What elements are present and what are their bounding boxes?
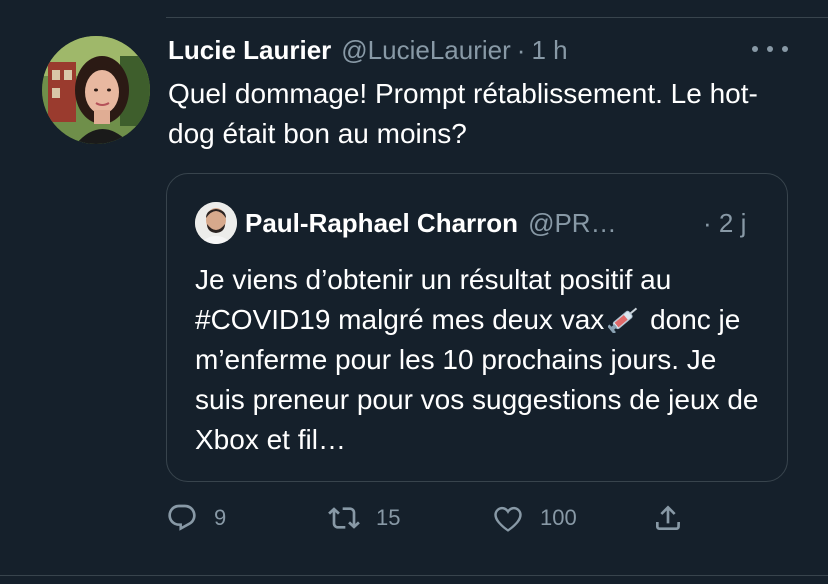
quoted-author-handle[interactable]: @PR… <box>528 208 617 239</box>
quoted-header: Paul-Raphael Charron @PR… <box>245 204 617 242</box>
bottom-divider <box>0 575 828 576</box>
tweet-actions: 9 15 100 <box>166 498 806 538</box>
syringe-emoji-icon <box>607 303 642 335</box>
reply-button[interactable]: 9 <box>166 498 226 538</box>
like-button[interactable]: 100 <box>492 498 577 538</box>
retweet-count: 15 <box>376 505 401 530</box>
quoted-avatar[interactable] <box>195 202 237 244</box>
quoted-text-part1: Je viens d’obtenir un résultat positif a… <box>195 264 672 335</box>
quoted-tweet[interactable]: Paul-Raphael Charron @PR… · 2 j Je viens… <box>166 173 788 482</box>
tweet[interactable]: Lucie Laurier @LucieLaurier · 1 h Quel d… <box>0 0 828 584</box>
retweet-icon <box>328 507 360 529</box>
share-icon <box>656 505 680 530</box>
author-name[interactable]: Lucie Laurier <box>168 35 331 66</box>
retweet-button[interactable]: 15 <box>328 498 400 538</box>
quoted-time[interactable]: · 2 j <box>703 204 746 242</box>
author-handle[interactable]: @LucieLaurier <box>341 35 510 66</box>
tweet-header: Lucie Laurier @LucieLaurier · 1 h <box>168 32 568 68</box>
share-button[interactable] <box>652 498 700 538</box>
reply-icon <box>168 504 196 531</box>
tweet-text: Quel dommage! Prompt rétablissement. Le … <box>168 78 758 149</box>
reply-count: 9 <box>214 505 227 530</box>
avatar[interactable] <box>42 36 150 144</box>
quoted-text: Je viens d’obtenir un résultat positif a… <box>195 260 765 460</box>
separator-dot: · <box>516 34 526 65</box>
more-dots-icon[interactable] <box>752 38 788 60</box>
like-count: 100 <box>540 505 577 530</box>
quoted-author-name[interactable]: Paul-Raphael Charron <box>245 208 518 239</box>
tweet-time[interactable]: 1 h <box>531 35 567 66</box>
heart-icon <box>494 506 522 532</box>
